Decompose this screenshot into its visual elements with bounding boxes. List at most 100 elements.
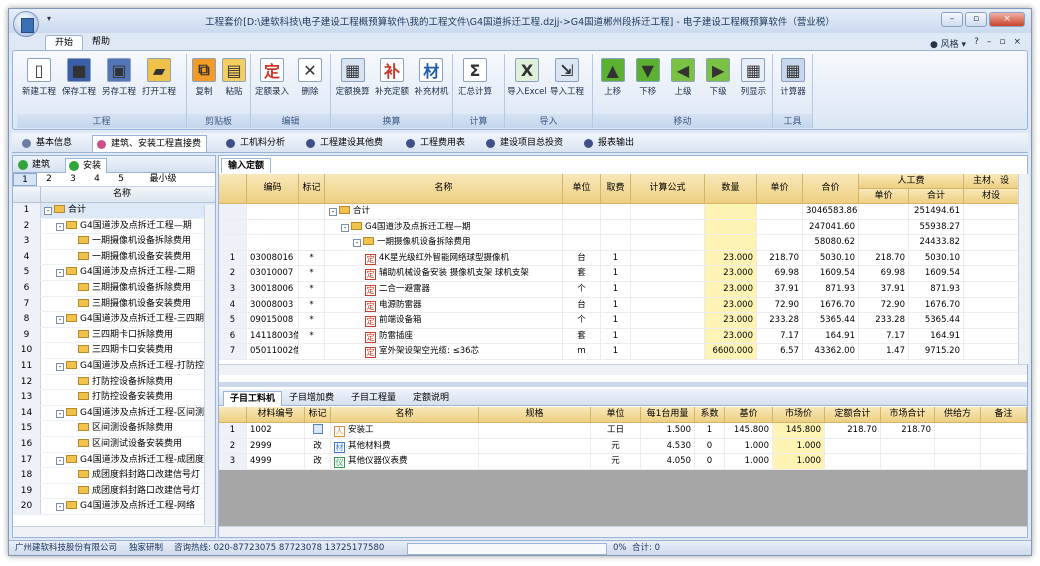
grid-cell-mm[interactable] <box>964 282 1018 298</box>
grid-cell-fee[interactable]: 1 <box>601 297 631 314</box>
grid-cell-fee[interactable]: 1 <box>601 282 631 298</box>
material-header-code[interactable]: 材料编号 <box>247 407 305 423</box>
grid-cell-total[interactable]: 164.91 <box>803 328 859 345</box>
grid-cell-mm[interactable] <box>964 204 1018 220</box>
arrow-right-button[interactable]: ▶ 下级 <box>701 58 736 97</box>
grid-cell-unit[interactable] <box>563 235 601 251</box>
material-header-note[interactable]: 备注 <box>981 407 1027 423</box>
tree-row[interactable]: 7 三期摄像机设备安装费用 <box>13 296 215 313</box>
material-cell-spec[interactable] <box>479 454 591 470</box>
arrow-left-button[interactable]: ◀ 上级 <box>665 58 700 97</box>
material-cell-coef[interactable]: 0 <box>695 438 725 455</box>
grid-cell-qty[interactable] <box>705 219 757 236</box>
grid-cell-lu[interactable]: 233.28 <box>859 313 909 329</box>
grid-cell-total[interactable]: 3046583.86 <box>803 204 859 220</box>
grid-cell-mark[interactable]: * <box>299 313 325 329</box>
grid-cell-unit[interactable]: 台 <box>563 250 601 267</box>
material-header-market[interactable]: 市场价 <box>773 407 825 423</box>
tree-row[interactable]: 20 - G4国道涉及点拆迁工程-网络 <box>13 499 215 515</box>
grid-cell-total[interactable]: 247041.60 <box>803 219 859 236</box>
grid-cell-code[interactable]: 03008016 <box>247 250 299 267</box>
tree-row[interactable]: 1- 合计 <box>13 203 215 219</box>
grid-cell-fee[interactable]: 1 <box>601 266 631 282</box>
grid-cell-total[interactable]: 5365.44 <box>803 313 859 329</box>
grid-cell-lu[interactable]: 7.17 <box>859 328 909 345</box>
delete-button[interactable]: ✕ 删除 <box>291 58 329 97</box>
tree-row[interactable]: 4 一期摄像机设备安装费用 <box>13 249 215 266</box>
tree-row[interactable]: 12 打防控设备拆除费用 <box>13 374 215 391</box>
grid-cell-price[interactable] <box>757 219 803 236</box>
grid-cell-mark[interactable] <box>299 344 325 360</box>
column-header-qty[interactable]: 数量 <box>705 174 757 204</box>
material-cell-spec[interactable] <box>479 423 591 439</box>
material-cell-sup[interactable] <box>935 423 981 439</box>
grid-cell-qty[interactable] <box>705 235 757 251</box>
material-header-mark[interactable]: 标记 <box>305 407 331 423</box>
collapse-icon[interactable]: - <box>56 222 64 231</box>
grid-cell-qty[interactable]: 23.000 <box>705 250 757 267</box>
tree-row[interactable]: 6 三期摄像机设备拆除费用 <box>13 280 215 297</box>
tree-row[interactable]: 9 三四期卡口拆除费用 <box>13 327 215 344</box>
column-header-labor-unit[interactable]: 单价 <box>859 189 909 204</box>
grid-cell-name[interactable]: - 一期摄像机设备拆除费用 <box>325 235 563 251</box>
grid-cell-unit[interactable]: 个 <box>563 282 601 298</box>
grid-cell-lt[interactable]: 871.93 <box>909 282 964 298</box>
collapse-icon[interactable]: - <box>44 207 52 215</box>
grid-cell-code[interactable]: 30008003 <box>247 297 299 314</box>
material-hscrollbar[interactable] <box>219 526 1027 537</box>
grid-cell-qty[interactable]: 23.000 <box>705 297 757 314</box>
material-cell-mark[interactable] <box>305 423 331 439</box>
grid-cell-total[interactable]: 1676.70 <box>803 297 859 314</box>
style-menu[interactable]: ● 风格 ▾ <box>930 37 966 50</box>
grid-cell-mark[interactable]: * <box>299 282 325 298</box>
grid-cell-fee[interactable] <box>601 235 631 251</box>
tree-hscrollbar[interactable] <box>13 526 215 537</box>
grid-cell-mark[interactable]: * <box>299 266 325 282</box>
save-button[interactable]: ■ 保存工程 <box>59 58 99 97</box>
bottom-tab-0[interactable]: 子目工料机 <box>223 391 283 406</box>
grid-cell-total[interactable]: 43362.00 <box>803 344 859 360</box>
grid-cell-code[interactable] <box>247 219 299 236</box>
material-cell-code[interactable]: 4999 <box>247 454 305 470</box>
grid-cell-price[interactable]: 218.70 <box>757 250 803 267</box>
section-tab-2[interactable]: 工机料分析 <box>222 135 290 152</box>
material-header-mt[interactable]: 市场合计 <box>881 407 935 423</box>
grid-cell-lt[interactable]: 251494.61 <box>909 204 964 220</box>
grid-cell-formula[interactable] <box>631 204 705 220</box>
material-header-coef[interactable]: 系数 <box>695 407 725 423</box>
grid-cell-mm[interactable] <box>964 220 1018 236</box>
grid-cell-mark[interactable] <box>299 219 325 236</box>
column-header-price[interactable]: 单价 <box>757 174 803 204</box>
grid-cell-unit[interactable]: 个 <box>563 313 601 329</box>
level-4[interactable]: 4 <box>85 173 109 186</box>
material-cell-note[interactable] <box>981 438 1027 455</box>
tree-row[interactable]: 5 - G4国道涉及点拆迁工程-二期 <box>13 265 215 281</box>
material-cell-code[interactable]: 1002 <box>247 423 305 439</box>
grid-cell-lu[interactable]: 218.70 <box>859 250 909 267</box>
material-cell-mt[interactable]: 218.70 <box>881 423 935 439</box>
grid-cell-lt[interactable]: 55938.27 <box>909 219 964 236</box>
arrow-up-button[interactable]: ▲ 上移 <box>595 58 630 97</box>
column-header-total[interactable]: 合价 <box>803 174 859 204</box>
collapse-icon[interactable]: - <box>56 503 64 512</box>
grid-cell-fee[interactable]: 1 <box>601 250 631 267</box>
tree-row[interactable]: 15 区间测设备拆除费用 <box>13 421 215 437</box>
open-folder-button[interactable]: ▰ 打开工程 <box>139 58 179 97</box>
bottom-tab-3[interactable]: 定额说明 <box>407 391 455 406</box>
grid-cell-fee[interactable]: 1 <box>601 344 631 360</box>
grid-cell-name[interactable]: 定防雷插座 <box>325 328 563 345</box>
material-cell-sup[interactable] <box>935 454 981 470</box>
level-5[interactable]: 5 <box>109 173 133 186</box>
material-header-base[interactable]: 基价 <box>725 407 773 423</box>
level-2[interactable]: 2 <box>37 173 61 186</box>
section-tab-4[interactable]: 工程费用表 <box>402 135 470 152</box>
material-cell-unit[interactable]: 元 <box>591 454 641 470</box>
grid-cell-name[interactable]: 定前端设备箱 <box>325 313 563 329</box>
material-cell-unit[interactable]: 元 <box>591 438 641 455</box>
collapse-icon[interactable]: - <box>56 269 64 278</box>
material-cell-qt[interactable] <box>825 438 881 455</box>
minimize-button[interactable]: – <box>941 12 963 27</box>
grid-cell-formula[interactable] <box>631 328 705 345</box>
collapse-icon[interactable]: - <box>341 223 349 232</box>
grid-cell-name[interactable]: 定电源防雷器 <box>325 297 563 314</box>
